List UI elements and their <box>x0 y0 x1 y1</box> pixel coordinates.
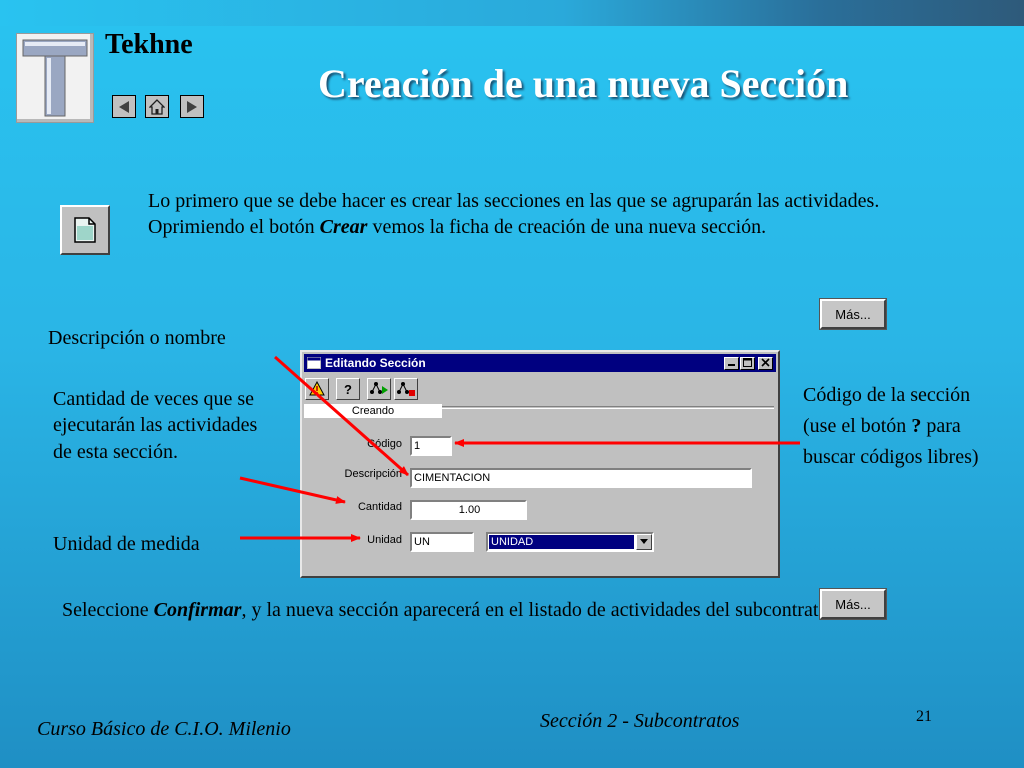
footer-course: Curso Básico de C.I.O. Milenio <box>37 718 291 740</box>
arrow-descripcion <box>274 355 409 477</box>
arrow-cantidad <box>239 476 346 504</box>
annotation-arrows <box>239 355 800 542</box>
footer-section: Sección 2 - Subcontratos <box>540 710 740 732</box>
page-number: 21 <box>916 708 932 725</box>
